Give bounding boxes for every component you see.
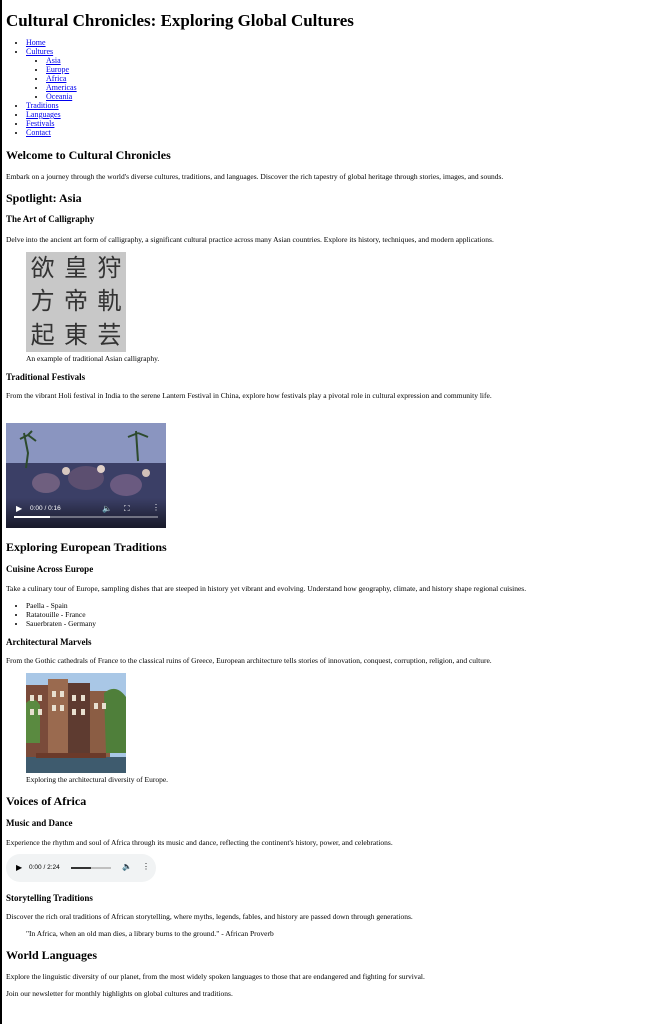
- architecture-caption: Exploring the architectural diversity of…: [26, 775, 169, 784]
- nav-link-festivals[interactable]: Festivals: [26, 119, 54, 128]
- more-options-icon[interactable]: ⋮: [152, 503, 160, 512]
- architecture-image: [26, 673, 126, 773]
- volume-icon[interactable]: 🔈: [122, 862, 132, 871]
- video-progress-bar[interactable]: [14, 516, 158, 518]
- dish-item: Paella - Spain: [26, 601, 96, 610]
- nav-item-americas: Americas: [46, 83, 77, 92]
- main-nav: Home Cultures Asia Europe Africa America…: [26, 38, 77, 137]
- nav-link-americas[interactable]: Americas: [46, 83, 77, 92]
- africa-heading: Voices of Africa: [6, 794, 87, 808]
- nav-link-home[interactable]: Home: [26, 38, 46, 47]
- calligraphy-glyph: 方: [30, 287, 55, 316]
- nav-link-oceania[interactable]: Oceania: [46, 92, 72, 101]
- fullscreen-icon[interactable]: ⛶: [124, 504, 130, 514]
- nav-item-asia: Asia: [46, 56, 77, 65]
- architecture-heading: Architectural Marvels: [6, 637, 92, 647]
- architecture-photo: [26, 673, 126, 773]
- festival-video[interactable]: ▶ 0:00 / 0:16 🔈 ⛶ ⋮: [6, 423, 166, 528]
- calligraphy-glyph: 皇: [63, 254, 88, 282]
- dish-item: Sauerbraten - Germany: [26, 619, 96, 628]
- play-icon[interactable]: ▶: [16, 863, 22, 872]
- nav-link-contact[interactable]: Contact: [26, 128, 51, 137]
- languages-heading: World Languages: [6, 948, 98, 962]
- cultures-submenu: Asia Europe Africa Americas Oceania: [26, 56, 77, 101]
- page-left-border: [0, 0, 2, 1024]
- nav-link-cultures[interactable]: Cultures: [26, 47, 53, 56]
- dishes-list: Paella - Spain Ratatouille - France Saue…: [26, 601, 96, 628]
- video-controls: ▶ 0:00 / 0:16 🔈 ⛶ ⋮: [6, 498, 166, 528]
- asia-heading: Spotlight: Asia: [6, 191, 82, 205]
- audio-progress-fill: [71, 867, 91, 869]
- languages-text: Explore the linguistic diversity of our …: [6, 972, 425, 981]
- nav-item-cultures: Cultures Asia Europe Africa Americas Oce…: [26, 47, 77, 101]
- nav-item-oceania: Oceania: [46, 92, 77, 101]
- nav-link-africa[interactable]: Africa: [46, 74, 66, 83]
- nav-item-home: Home: [26, 38, 77, 47]
- calligraphy-image: 欲 皇 狩 方 帝 軌 起 東 芸: [26, 252, 126, 352]
- page-title: Cultural Chronicles: Exploring Global Cu…: [6, 11, 354, 30]
- architecture-text: From the Gothic cathedrals of France to …: [6, 656, 492, 665]
- welcome-text: Embark on a journey through the world's …: [6, 172, 504, 181]
- europe-heading: Exploring European Traditions: [6, 540, 167, 554]
- calligraphy-glyph: 軌: [97, 287, 122, 316]
- nav-item-languages: Languages: [26, 110, 77, 119]
- nav-link-asia[interactable]: Asia: [46, 56, 61, 65]
- calligraphy-glyph: 東: [63, 320, 88, 349]
- music-audio-player[interactable]: ▶ 0:00 / 2:24 🔈 ⋮: [6, 854, 156, 882]
- welcome-heading: Welcome to Cultural Chronicles: [6, 148, 171, 162]
- play-icon[interactable]: ▶: [16, 504, 22, 513]
- festivals-text: From the vibrant Holi festival in India …: [6, 391, 492, 400]
- cuisine-text: Take a culinary tour of Europe, sampling…: [6, 584, 527, 593]
- volume-icon[interactable]: 🔈: [102, 504, 112, 513]
- proverb-quote: "In Africa, when an old man dies, a libr…: [26, 929, 274, 938]
- calligraphy-glyph: 芸: [97, 320, 122, 349]
- dish-item: Ratatouille - France: [26, 610, 96, 619]
- cuisine-heading: Cuisine Across Europe: [6, 564, 94, 574]
- nav-link-europe[interactable]: Europe: [46, 65, 69, 74]
- audio-progress-bar[interactable]: [71, 867, 111, 869]
- newsletter-text: Join our newsletter for monthly highligh…: [6, 989, 233, 998]
- nav-item-contact: Contact: [26, 128, 77, 137]
- video-progress-fill: [14, 516, 50, 518]
- music-text: Experience the rhythm and soul of Africa…: [6, 838, 393, 847]
- video-time: 0:00 / 0:16: [30, 505, 61, 512]
- storytelling-text: Discover the rich oral traditions of Afr…: [6, 912, 413, 921]
- music-heading: Music and Dance: [6, 818, 73, 828]
- calligraphy-caption: An example of traditional Asian calligra…: [26, 354, 160, 363]
- nav-item-africa: Africa: [46, 74, 77, 83]
- nav-link-languages[interactable]: Languages: [26, 110, 61, 119]
- storytelling-heading: Storytelling Traditions: [6, 893, 93, 903]
- calligraphy-glyph: 狩: [97, 254, 122, 282]
- calligraphy-glyph: 起: [30, 320, 55, 349]
- calligraphy-text: Delve into the ancient art form of calli…: [6, 235, 494, 244]
- nav-item-festivals: Festivals: [26, 119, 77, 128]
- nav-item-traditions: Traditions: [26, 101, 77, 110]
- nav-item-europe: Europe: [46, 65, 77, 74]
- audio-time: 0:00 / 2:24: [29, 864, 60, 871]
- calligraphy-glyph: 帝: [63, 287, 88, 316]
- festivals-heading: Traditional Festivals: [6, 372, 86, 382]
- calligraphy-glyph: 欲: [30, 254, 55, 282]
- more-options-icon[interactable]: ⋮: [142, 862, 150, 871]
- calligraphy-heading: The Art of Calligraphy: [6, 214, 95, 224]
- nav-link-traditions[interactable]: Traditions: [26, 101, 59, 110]
